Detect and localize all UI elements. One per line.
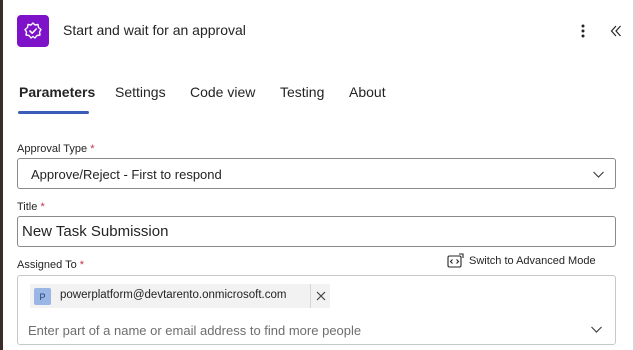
title-label: Title * [17,201,45,213]
more-vertical-icon [581,24,585,38]
action-title: Start and wait for an approval [63,22,246,38]
avatar: P [34,288,51,305]
tab-parameters[interactable]: Parameters [19,84,95,100]
tab-about[interactable]: About [349,84,386,100]
approval-type-label: Approval Type * [17,143,94,155]
chevron-down-icon [593,171,604,178]
window-left-edge [0,0,3,350]
title-input[interactable] [17,216,616,247]
assigned-to-label: Assigned To * [17,259,84,271]
active-tab-indicator [18,111,89,114]
advanced-mode-label: Switch to Advanced Mode [469,255,596,267]
approval-type-label-text: Approval Type [17,143,88,155]
person-chip-email: powerplatform@devtarento.onmicrosoft.com [60,289,287,301]
more-options-button[interactable] [573,17,593,45]
required-marker: * [79,259,85,271]
remove-person-button[interactable] [311,284,330,308]
people-search-input[interactable] [28,320,568,340]
required-marker: * [90,143,95,155]
approval-type-dropdown[interactable]: Approve/Reject - First to respond [17,158,616,189]
code-switch-icon [447,253,464,268]
approval-type-value: Approve/Reject - First to respond [31,167,222,182]
required-marker: * [40,201,45,213]
double-chevron-left-icon [610,25,621,37]
tab-settings[interactable]: Settings [115,84,166,100]
assigned-to-label-text: Assigned To [17,259,77,271]
approval-check-icon [17,15,49,47]
chevron-down-icon[interactable] [590,323,603,336]
close-icon [316,291,325,301]
person-chip: P powerplatform@devtarento.onmicrosoft.c… [30,284,330,308]
tab-code-view[interactable]: Code view [190,84,255,100]
tab-testing[interactable]: Testing [280,84,324,100]
title-label-text: Title [17,201,38,213]
action-header: Start and wait for an approval [17,15,627,47]
assigned-to-people-picker[interactable]: P powerplatform@devtarento.onmicrosoft.c… [17,275,616,345]
collapse-panel-button[interactable] [605,17,627,45]
